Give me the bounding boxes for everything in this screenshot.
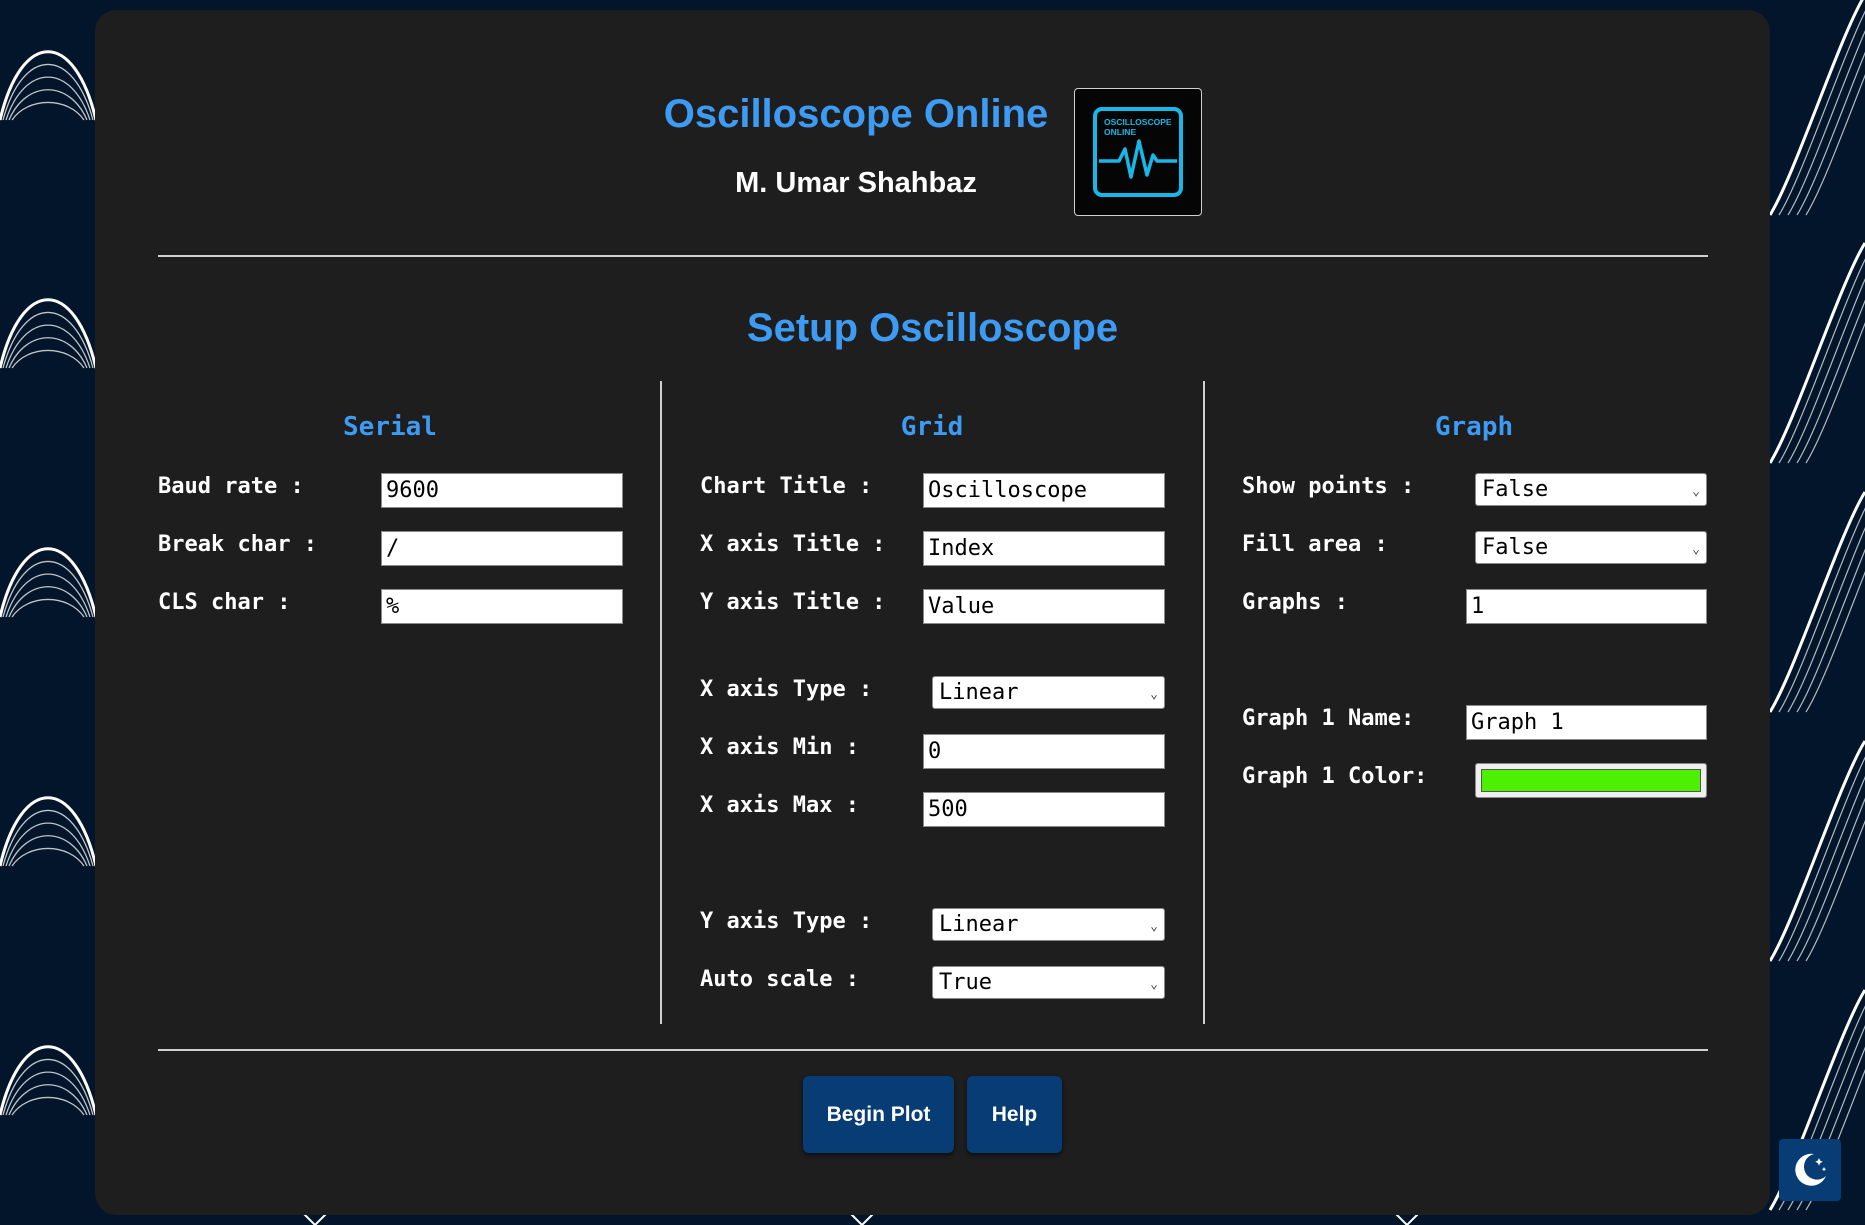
graphs-label: Graphs : xyxy=(1242,590,1348,615)
theme-toggle-button[interactable] xyxy=(1779,1139,1841,1201)
x-axis-type-select[interactable]: Linear ⌄ xyxy=(932,676,1165,709)
column-divider-2 xyxy=(1203,381,1205,1024)
cls-char-label: CLS char : xyxy=(158,590,291,615)
serial-section-title: Serial xyxy=(343,412,437,442)
x-axis-min-input[interactable]: 0 xyxy=(923,734,1165,769)
baud-rate-label: Baud rate : xyxy=(158,474,304,499)
x-axis-type-value: Linear xyxy=(939,680,1019,705)
logo-text-line2: ONLINE xyxy=(1104,127,1136,137)
chevron-down-icon: ⌄ xyxy=(1692,542,1700,557)
break-char-input[interactable]: / xyxy=(381,531,623,566)
chevron-down-icon: ⌄ xyxy=(1692,484,1700,499)
graph-section-title: Graph xyxy=(1434,412,1514,442)
column-divider-1 xyxy=(660,381,662,1024)
cls-char-input[interactable]: % xyxy=(381,589,623,624)
logo-text-line1: OSCILLOSCOPE xyxy=(1104,117,1172,127)
graph-1-name-input[interactable]: Graph 1 xyxy=(1466,705,1707,740)
baud-rate-input[interactable]: 9600 xyxy=(381,473,623,508)
chevron-down-icon: ⌄ xyxy=(1150,919,1158,934)
moon-icon xyxy=(1795,1153,1827,1186)
show-points-select[interactable]: False ⌄ xyxy=(1475,473,1707,506)
y-axis-type-select[interactable]: Linear ⌄ xyxy=(932,908,1165,941)
chevron-down-icon: ⌄ xyxy=(1150,687,1158,702)
footer-divider xyxy=(158,1049,1708,1051)
chart-title-label: Chart Title : xyxy=(700,474,873,499)
y-axis-type-value: Linear xyxy=(939,912,1019,937)
x-axis-max-input[interactable]: 500 xyxy=(923,792,1165,827)
auto-scale-label: Auto scale : xyxy=(700,967,859,992)
x-axis-type-label: X axis Type : xyxy=(700,677,873,702)
show-points-label: Show points : xyxy=(1242,474,1415,499)
color-swatch xyxy=(1481,769,1701,792)
graph-1-name-label: Graph 1 Name: xyxy=(1242,706,1415,731)
show-points-value: False xyxy=(1482,477,1549,502)
x-axis-max-label: X axis Max : xyxy=(700,793,859,818)
x-axis-title-label: X axis Title : xyxy=(700,532,886,557)
begin-plot-button[interactable]: Begin Plot xyxy=(803,1076,954,1153)
fill-area-select[interactable]: False ⌄ xyxy=(1475,531,1707,564)
y-axis-type-label: Y axis Type : xyxy=(700,909,873,934)
break-char-label: Break char : xyxy=(158,532,317,557)
y-axis-title-input[interactable]: Value xyxy=(923,589,1165,624)
grid-section-title: Grid xyxy=(900,412,964,442)
chevron-down-icon: ⌄ xyxy=(1150,977,1158,992)
auto-scale-select[interactable]: True ⌄ xyxy=(932,966,1165,999)
fill-area-label: Fill area : xyxy=(1242,532,1388,557)
fill-area-value: False xyxy=(1482,535,1549,560)
help-button[interactable]: Help xyxy=(967,1076,1062,1153)
y-axis-title-label: Y axis Title : xyxy=(700,590,886,615)
auto-scale-value: True xyxy=(939,970,992,995)
header-divider xyxy=(158,255,1708,257)
x-axis-title-input[interactable]: Index xyxy=(923,531,1165,566)
graphs-count-input[interactable]: 1 xyxy=(1466,589,1707,624)
setup-title: Setup Oscilloscope xyxy=(746,306,1119,350)
graph-1-color-label: Graph 1 Color: xyxy=(1242,764,1428,789)
graph-1-color-picker[interactable] xyxy=(1475,763,1707,798)
oscilloscope-logo-icon: OSCILLOSCOPE ONLINE xyxy=(1074,88,1202,216)
chart-title-input[interactable]: Oscilloscope xyxy=(923,473,1165,508)
x-axis-min-label: X axis Min : xyxy=(700,735,859,760)
